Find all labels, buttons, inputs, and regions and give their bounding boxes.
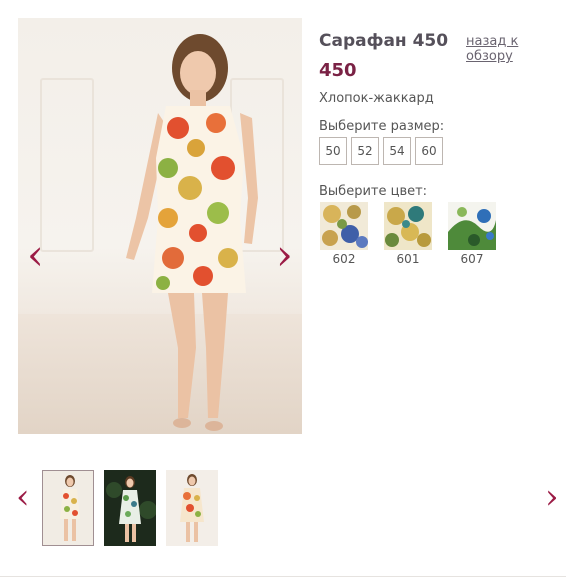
thumbnail-strip <box>42 470 218 546</box>
size-label: Выберите размер: <box>319 119 445 134</box>
gallery-prev-arrow[interactable]: ‹ <box>27 234 44 276</box>
thumbs-prev-arrow[interactable]: ‹ <box>16 480 30 514</box>
floral-swatch-image <box>448 202 496 250</box>
size-option-52[interactable]: 52 <box>351 137 379 165</box>
floral-sundress-front-image <box>43 471 93 545</box>
size-option-54[interactable]: 54 <box>383 137 411 165</box>
product-price: 450 <box>319 60 357 81</box>
thumbnail-3[interactable] <box>166 470 218 546</box>
green-floral-sundress-image <box>104 470 156 546</box>
color-label: Выберите цвет: <box>319 184 428 199</box>
color-options: 602 601 607 <box>319 202 497 266</box>
color-swatch-602 <box>320 202 368 250</box>
color-option-607[interactable]: 607 <box>447 202 497 266</box>
color-code: 602 <box>332 252 356 266</box>
gallery-next-arrow[interactable]: › <box>276 234 293 276</box>
floral-swatch-image <box>320 202 368 250</box>
thumbs-next-arrow[interactable]: › <box>545 480 559 514</box>
thumbnail-1[interactable] <box>42 470 94 546</box>
color-swatch-601 <box>384 202 432 250</box>
size-option-60[interactable]: 60 <box>415 137 443 165</box>
back-to-overview-link[interactable]: назад к обзору <box>466 34 566 64</box>
color-code: 607 <box>460 252 484 266</box>
product-material: Хлопок-жаккард <box>319 91 434 106</box>
thumbnail-2[interactable] <box>104 470 156 546</box>
divider <box>0 576 566 577</box>
color-option-601[interactable]: 601 <box>383 202 433 266</box>
floral-swatch-image <box>384 202 432 250</box>
orange-floral-sundress-image <box>166 470 218 546</box>
product-title: Сарафан 450 <box>319 31 449 51</box>
main-product-photo <box>18 18 302 434</box>
color-code: 601 <box>396 252 420 266</box>
model-figure <box>126 34 258 431</box>
color-swatch-607 <box>448 202 496 250</box>
size-options: 50 52 54 60 <box>319 137 443 165</box>
size-option-50[interactable]: 50 <box>319 137 347 165</box>
color-option-602[interactable]: 602 <box>319 202 369 266</box>
